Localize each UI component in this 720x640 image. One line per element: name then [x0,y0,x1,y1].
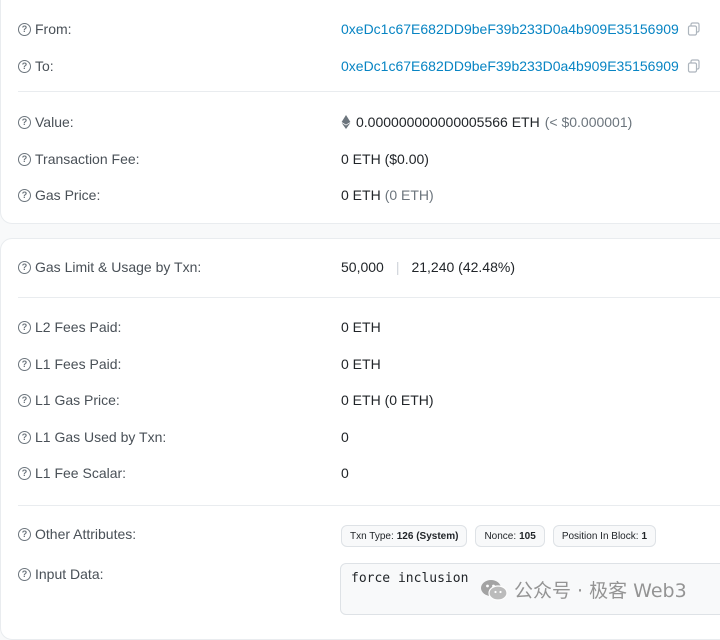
value-amount: 0.000000000000005566 ETH (< $0.000001) [341,114,632,130]
txn-type-badge: Txn Type: 126 (System) [341,525,467,547]
value-usd: (< $0.000001) [545,114,633,130]
question-circle-icon[interactable]: ? [18,467,31,480]
gas-limit-value: 50,000 | 21,240 (42.48%) [341,259,515,275]
value-label: Value: [35,114,74,130]
other-attributes-label-row: ? Other Attributes: [18,526,136,542]
divider [18,91,720,92]
question-circle-icon[interactable]: ? [18,23,31,36]
to-label-row: ? To: [18,58,54,74]
badge-key: Position In Block: [562,531,639,542]
gas-price-sub: (0 ETH) [385,187,434,203]
transaction-fee-label-row: ? Transaction Fee: [18,151,140,167]
badge-key: Txn Type: [350,531,394,542]
from-label: From: [35,21,72,37]
question-circle-icon[interactable]: ? [18,116,31,129]
l1-fees-label: L1 Fees Paid: [35,356,121,372]
question-circle-icon[interactable]: ? [18,189,31,202]
l1-gas-price-label-row: ? L1 Gas Price: [18,392,120,408]
l1-fee-scalar-label-row: ? L1 Fee Scalar: [18,465,126,481]
badge-value: 105 [519,531,536,542]
ethereum-icon [341,115,351,129]
question-circle-icon[interactable]: ? [18,261,31,274]
l1-fees-value: 0 ETH [341,356,381,372]
question-circle-icon[interactable]: ? [18,568,31,581]
question-circle-icon[interactable]: ? [18,358,31,371]
question-circle-icon[interactable]: ? [18,528,31,541]
gas-price-label: Gas Price: [35,187,100,203]
l1-gas-used-label-row: ? L1 Gas Used by Txn: [18,429,166,445]
badge-value: 126 (System) [397,531,459,542]
to-address-link[interactable]: 0xeDc1c67E682DD9beF39b233D0a4b909E351569… [341,58,679,74]
to-label: To: [35,58,54,74]
input-data-text: force inclusion [351,571,468,586]
question-circle-icon[interactable]: ? [18,60,31,73]
other-attributes-label: Other Attributes: [35,526,136,542]
other-attributes-badges: Txn Type: 126 (System) Nonce: 105 Positi… [341,525,664,547]
question-circle-icon[interactable]: ? [18,153,31,166]
gas-price-label-row: ? Gas Price: [18,187,100,203]
gas-price-amount: 0 ETH [341,187,381,203]
l2-fees-label-row: ? L2 Fees Paid: [18,319,121,335]
badge-value: 1 [642,531,648,542]
question-circle-icon[interactable]: ? [18,321,31,334]
input-data-label: Input Data: [35,566,104,582]
l1-gas-used-label: L1 Gas Used by Txn: [35,429,166,445]
from-address-link[interactable]: 0xeDc1c67E682DD9beF39b233D0a4b909E351569… [341,21,679,37]
watermark: 公众号 · 极客 Web3 [480,576,687,603]
gas-limit-label-row: ? Gas Limit & Usage by Txn: [18,259,201,275]
gas-limit-label: Gas Limit & Usage by Txn: [35,259,201,275]
l1-fee-scalar-label: L1 Fee Scalar: [35,465,126,481]
gas-usage-amount: 21,240 (42.48%) [411,259,515,275]
divider [18,297,720,298]
wechat-icon [480,578,508,602]
copy-icon[interactable] [687,59,701,73]
transaction-fee-value: 0 ETH ($0.00) [341,151,429,167]
from-label-row: ? From: [18,21,72,37]
question-circle-icon[interactable]: ? [18,431,31,444]
badge-key: Nonce: [484,531,516,542]
l2-fees-value: 0 ETH [341,319,381,335]
gas-separator: | [396,259,400,275]
copy-icon[interactable] [687,22,701,36]
from-value: 0xeDc1c67E682DD9beF39b233D0a4b909E351569… [341,21,701,37]
l1-gas-price-value: 0 ETH (0 ETH) [341,392,434,408]
transaction-summary-card: ? From: 0xeDc1c67E682DD9beF39b233D0a4b90… [0,0,720,224]
l2-fees-label: L2 Fees Paid: [35,319,121,335]
transaction-fee-label: Transaction Fee: [35,151,140,167]
gas-price-value: 0 ETH (0 ETH) [341,187,434,203]
value-eth: 0.000000000000005566 ETH [356,114,540,130]
l1-gas-used-value: 0 [341,429,349,445]
watermark-text: 公众号 · 极客 Web3 [514,576,687,603]
l1-gas-price-label: L1 Gas Price: [35,392,120,408]
input-data-label-row: ? Input Data: [18,566,104,582]
position-in-block-badge: Position In Block: 1 [553,525,656,547]
l1-fee-scalar-value: 0 [341,465,349,481]
nonce-badge: Nonce: 105 [475,525,544,547]
divider [18,505,720,506]
l1-fees-label-row: ? L1 Fees Paid: [18,356,121,372]
question-circle-icon[interactable]: ? [18,394,31,407]
value-label-row: ? Value: [18,114,74,130]
transaction-fee-amount: 0 ETH ($0.00) [341,151,429,167]
to-value: 0xeDc1c67E682DD9beF39b233D0a4b909E351569… [341,58,701,74]
gas-limit-amount: 50,000 [341,259,384,275]
